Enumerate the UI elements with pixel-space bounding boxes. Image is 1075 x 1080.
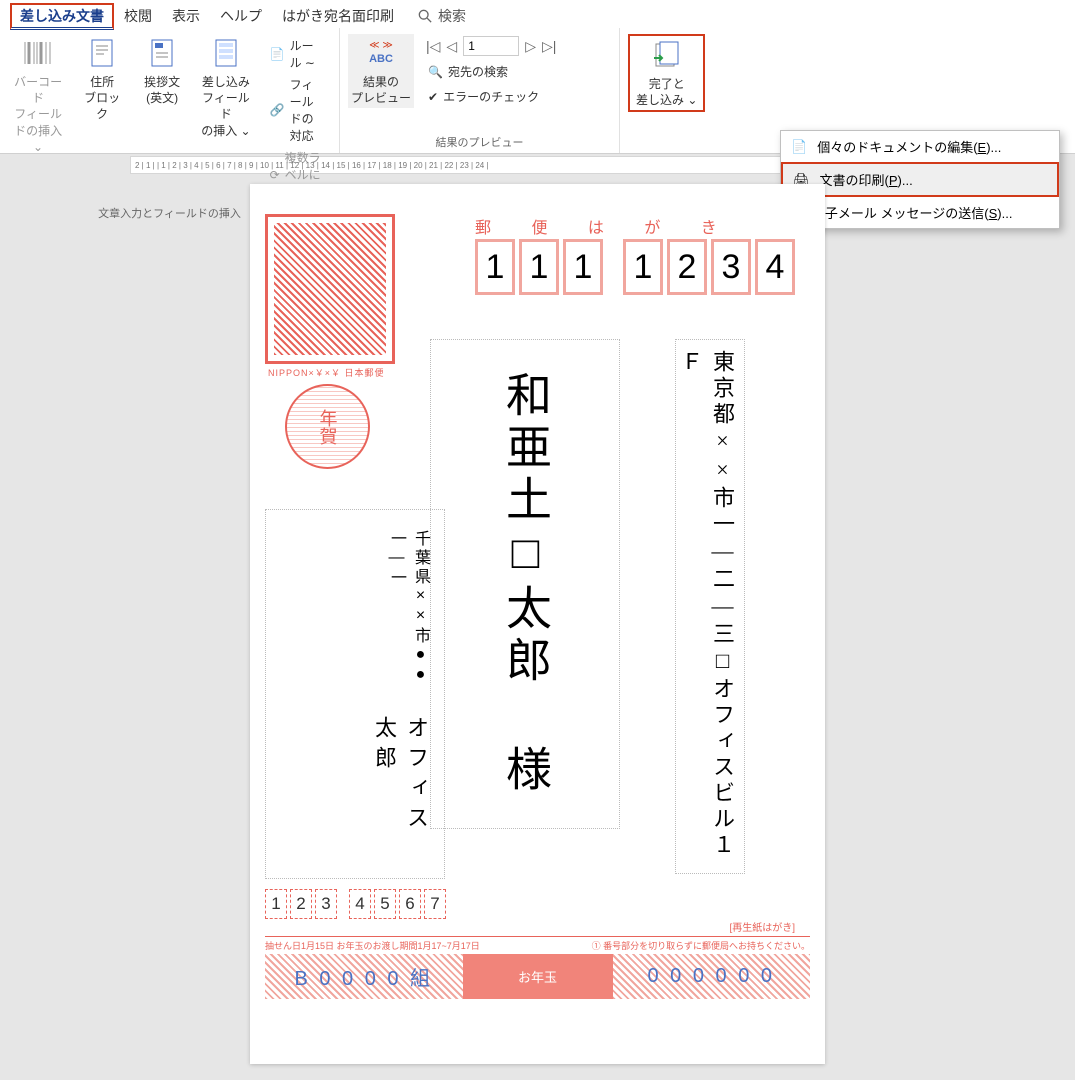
labels-icon: ⟳ [270,168,280,182]
stamp-area: NIPPON×￥×￥ 日本郵便 [265,214,395,364]
next-record-button[interactable]: ▷ [525,38,536,55]
address-block-button[interactable]: 住所 ブロック [76,34,128,203]
tab-postcard[interactable]: はがき宛名面印刷 [272,3,404,29]
rules-button[interactable]: 📄ルール ∼ [268,36,327,72]
postal-digit: 7 [424,889,446,919]
prev-record-button[interactable]: ◁ [446,38,457,55]
find-icon: 🔍 [428,65,443,79]
postal-digit: 1 [563,239,603,295]
recipient-address[interactable]: 東京都××市一―二―三□オフィスビル１Ｆ [675,339,745,874]
postal-digit: 3 [315,889,337,919]
tab-view[interactable]: 表示 [162,3,210,29]
finish-icon [650,38,684,72]
match-fields-button[interactable]: 🔗フィールドの対応 [268,75,327,145]
recipient-postal-code: 1 1 1 1 2 3 4 [475,239,795,295]
first-record-button[interactable]: |◁ [426,38,440,55]
rules-icon: 📄 [270,47,285,61]
lottery-strip: B 0 0 0 0 組 お年玉 0 0 0 0 0 0 [265,954,810,999]
tab-mailmerge[interactable]: 差し込み文書 [10,3,114,30]
tab-help[interactable]: ヘルプ [210,3,272,29]
postcard-canvas: 郵 便 は が き NIPPON×￥×￥ 日本郵便 年賀 1 1 1 1 2 3… [250,184,825,1064]
lottery-info-line: 抽せん日1月15日 お年玉のお渡し期間1月17~7月17日 ① 番号部分を切り取… [265,936,810,952]
preview-results-button[interactable]: ≪ ≫ABC 結果の プレビュー [348,34,414,108]
document-icon: 📄 [791,139,807,155]
barcode-icon [21,36,55,70]
group-label-preview: 結果のプレビュー [348,132,611,151]
postal-digit: 1 [265,889,287,919]
postal-digit: 6 [399,889,421,919]
postal-digit: 1 [475,239,515,295]
search-box[interactable]: 検索 [418,6,466,26]
check-icon: ✔ [428,90,438,104]
tab-review[interactable]: 校閲 [114,3,162,29]
sender-address: 千葉県××市●●一―一 [278,530,432,698]
postcard-heading: 郵 便 は が き [475,214,735,238]
recipient-name[interactable]: 和亜土□太郎 様 [430,339,620,829]
insert-field-icon [209,36,243,70]
postal-digit: 4 [755,239,795,295]
postal-digit: 1 [623,239,663,295]
preview-icon: ≪ ≫ABC [364,36,398,70]
sender-name: オフィス太郎 [278,716,432,858]
postal-digit: 1 [519,239,559,295]
document-icon [85,36,119,70]
lottery-label: お年玉 [463,954,613,999]
sender-postal-code: 1 2 3 4 5 6 7 [265,889,446,919]
insert-field-button[interactable]: 差し込みフィールド の挿入 ⌄ [196,34,255,203]
recycled-paper-label: [再生紙はがき] [729,919,795,934]
find-recipient-button[interactable]: 🔍宛先の検索 [426,62,556,81]
greeting-icon [145,36,179,70]
lottery-number: 0 0 0 0 0 0 [613,954,811,999]
postal-digit: 5 [374,889,396,919]
check-errors-button[interactable]: ✔エラーのチェック [426,87,556,106]
search-label: 検索 [438,6,466,26]
search-icon [418,9,432,23]
greeting-button[interactable]: 挨拶文 (英文) [136,34,188,203]
menu-edit-documents[interactable]: 📄 個々のドキュメントの編集(E)... [781,131,1059,162]
postal-digit: 2 [667,239,707,295]
postal-digit: 2 [290,889,312,919]
lottery-group: B 0 0 0 0 組 [265,954,463,999]
finish-merge-button[interactable]: 完了と 差し込み ⌄ [628,34,705,112]
barcode-button[interactable]: バーコード フィールドの挿入 ⌄ [8,34,68,203]
match-icon: 🔗 [270,103,285,117]
record-number-input[interactable] [463,36,519,56]
nenga-mark: 年賀 [285,384,370,469]
sender-block[interactable]: 千葉県××市●●一―一 オフィス太郎 [265,509,445,879]
last-record-button[interactable]: ▷| [542,38,556,55]
postal-digit: 4 [349,889,371,919]
postal-digit: 3 [711,239,751,295]
